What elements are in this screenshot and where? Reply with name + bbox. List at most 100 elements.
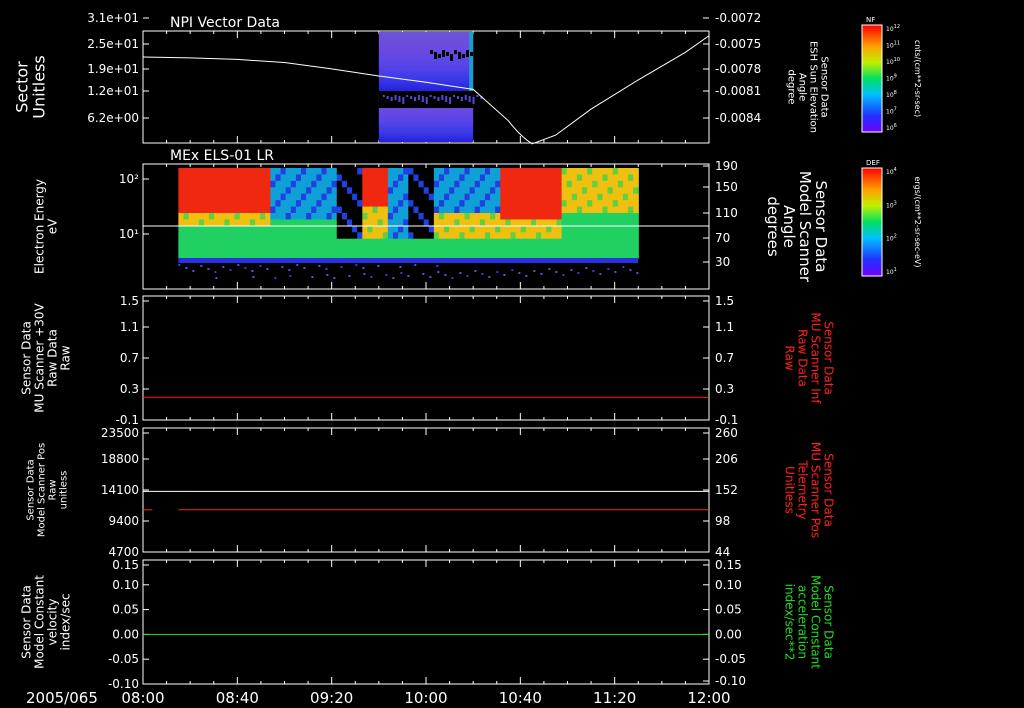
spectrogram-cell: [582, 232, 588, 240]
left-tick-label: 0.7: [120, 351, 139, 365]
spectrogram-cell: [183, 200, 190, 208]
panel-frame: [142, 295, 710, 421]
spectrogram-cell: [193, 174, 200, 182]
spectrogram-cell: [188, 213, 195, 221]
spectrogram-cell: [387, 193, 394, 201]
spectrogram-cell: [551, 187, 558, 195]
spectrogram-cell: [265, 251, 271, 259]
spectrogram-cell: [454, 225, 461, 233]
spectrogram-cell: [311, 251, 317, 259]
spectrogram-cell: [311, 206, 317, 214]
spectrogram-cell: [290, 168, 297, 176]
colorbar-units: ergs/(cm**2-sr-sec-eV): [913, 176, 922, 267]
colorbar-tick-label: 102: [886, 234, 897, 243]
spectrogram-cell: [541, 200, 547, 208]
spectrogram-cell: [592, 200, 598, 208]
spectrogram-cell: [224, 174, 231, 182]
spectrogram-cell: [490, 187, 496, 195]
spectrogram-cell: [326, 200, 333, 208]
left-axis-label: velocity: [46, 599, 60, 646]
spectrogram-cell: [408, 187, 415, 195]
spectrogram-cell: [464, 200, 471, 208]
right-tick-label: -0.1: [715, 413, 738, 427]
npi-speckle: [398, 96, 401, 102]
spectrogram-cell: [387, 251, 394, 259]
spectrogram-cell: [444, 251, 450, 259]
spectrogram-cell: [178, 206, 185, 214]
colorbar-scale: [861, 167, 883, 277]
spectrogram-cell: [382, 174, 389, 182]
spectrogram-cell: [178, 245, 185, 253]
spectrogram-cell: [408, 206, 415, 214]
spectrogram-cell: [505, 187, 512, 195]
spectrogram-cell: [587, 245, 593, 253]
spectrogram-cell: [505, 200, 512, 208]
spectrogram-cell: [188, 219, 195, 227]
spectrogram-cell: [229, 238, 236, 246]
spectrogram-cell: [566, 174, 573, 182]
spectrogram-cell: [433, 168, 440, 176]
spectrogram-cell: [198, 238, 205, 246]
spectrogram-cell: [566, 180, 573, 188]
spectrogram-speckle: [377, 265, 380, 267]
right-tick-label: 98: [715, 514, 730, 528]
spectrogram-cell: [285, 245, 292, 253]
right-tick-label: 0.3: [715, 382, 734, 396]
spectrogram-cell: [326, 193, 333, 201]
spectrogram-cell: [377, 168, 384, 176]
spectrogram-speckle: [607, 268, 610, 270]
time-tick-label: 11:20: [593, 689, 636, 707]
spectrogram-cell: [587, 225, 593, 233]
spectrogram-low-band: [178, 258, 639, 263]
spectrogram-cell: [316, 238, 323, 246]
spectrogram-cell: [377, 238, 384, 246]
spectrogram-cell: [525, 225, 532, 233]
spectrogram-cell: [234, 225, 241, 233]
spectrogram-cell: [530, 180, 537, 188]
spectrogram-cell: [628, 213, 634, 221]
spectrogram-cell: [403, 200, 409, 208]
spectrogram-speckle: [540, 273, 543, 275]
spectrogram-cell: [484, 219, 491, 227]
spectrogram-cell: [249, 180, 256, 188]
spectrogram-cell: [592, 168, 598, 176]
spectrogram-cell: [536, 174, 542, 182]
right-tick-label: 152: [715, 483, 738, 497]
spectrogram-cell: [479, 193, 486, 201]
left-tick-label: 4700: [108, 545, 139, 559]
spectrogram-cell: [622, 238, 629, 246]
spectrogram-cell: [428, 193, 435, 201]
spectrogram-cell: [352, 225, 358, 233]
spectrogram-cell: [551, 174, 558, 182]
spectrogram-cell: [392, 193, 399, 201]
spectrogram-cell: [260, 187, 266, 195]
spectrogram-speckle: [496, 271, 499, 273]
spectrogram-cell: [541, 180, 547, 188]
spectrogram-cell: [346, 251, 353, 259]
spectrogram-cell: [392, 200, 399, 208]
spectrogram-cell: [306, 174, 312, 182]
spectrogram-cell: [234, 232, 241, 240]
spectrogram-cell: [285, 200, 292, 208]
spectrogram-cell: [428, 245, 435, 253]
spectrogram-cell: [382, 219, 389, 227]
spectrogram-cell: [423, 232, 430, 240]
spectrogram-cell: [346, 219, 353, 227]
spectrogram-cell: [275, 245, 282, 253]
spectrogram-cell: [209, 200, 215, 208]
spectrogram-cell: [454, 200, 461, 208]
spectrogram-cell: [275, 180, 282, 188]
spectrogram-cell: [602, 180, 609, 188]
spectrogram-cell: [290, 187, 297, 195]
panel-4: 23500 18800 14100 9400 4700 260 206 152 98 44 Sens…: [26, 426, 836, 559]
spectrogram-cell: [515, 225, 522, 233]
spectrogram-cell: [346, 200, 353, 208]
spectrogram-speckle: [481, 273, 484, 275]
spectrogram-cell: [234, 245, 241, 253]
spectrogram-cell: [602, 225, 609, 233]
spectrogram-cell: [454, 168, 461, 176]
spectrogram-cell: [331, 238, 338, 246]
spectrogram-cell: [433, 225, 440, 233]
spectrogram-cell: [249, 200, 256, 208]
spectrogram-cell: [469, 187, 476, 195]
